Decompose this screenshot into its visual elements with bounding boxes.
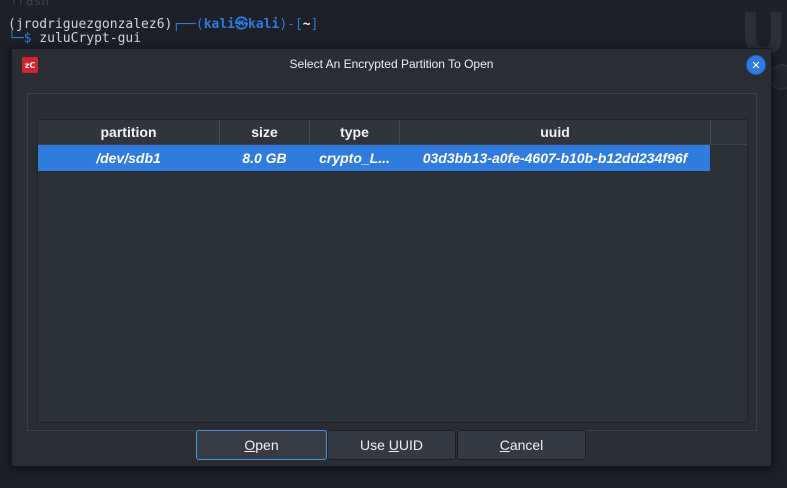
use-uuid-button[interactable]: Use UUID — [327, 430, 456, 460]
desktop-trash-label: Trash — [10, 0, 50, 9]
terminal-command-line: └─$ zuluCrypt-gui — [8, 31, 141, 46]
open-mnemonic: O — [244, 437, 256, 453]
use-uuid-label-rest: UID — [398, 437, 424, 453]
partition-group-box: partition size type uuid /dev/sdb1 8.0 G… — [27, 93, 757, 431]
column-header-size[interactable]: size — [220, 120, 310, 144]
terminal-user: (jrodriguezgonzalez6) — [8, 17, 173, 32]
terminal-branch-close: ] — [310, 17, 319, 32]
terminal-host: kali㉿kali — [203, 17, 280, 32]
terminal-prompt-symbol: └─$ — [8, 31, 32, 46]
cell-type: crypto_L... — [319, 150, 390, 166]
terminal-prompt-line: (jrodriguezgonzalez6)┌──(kali㉿kali)-[~] — [8, 13, 318, 32]
cell-uuid: 03d3bb13-a0fe-4607-b10b-b12dd234f96f — [422, 150, 688, 166]
close-button[interactable]: ✕ — [746, 55, 766, 75]
cancel-button[interactable]: Cancel — [457, 430, 586, 460]
select-partition-dialog: Select An Encrypted Partition To Open zC… — [11, 48, 772, 467]
cancel-label-rest: ancel — [509, 437, 544, 453]
terminal-command: zuluCrypt-gui — [39, 31, 142, 46]
dialog-title: Select An Encrypted Partition To Open — [289, 57, 494, 71]
terminal-branch-open: ┌──( — [172, 17, 204, 32]
use-uuid-mnemonic: U — [388, 437, 399, 453]
table-row[interactable]: /dev/sdb1 8.0 GB crypto_L... 03d3bb13-a0… — [38, 145, 710, 171]
use-uuid-label-prefix: Use — [359, 437, 389, 453]
zulucrypt-app-icon: zC — [22, 57, 38, 73]
cell-size: 8.0 GB — [242, 150, 287, 166]
cell-partition: /dev/sdb1 — [96, 150, 161, 166]
partition-table[interactable]: partition size type uuid /dev/sdb1 8.0 G… — [37, 119, 748, 423]
open-button[interactable]: Open — [196, 430, 327, 460]
column-header-partition[interactable]: partition — [38, 120, 220, 144]
cancel-mnemonic: C — [499, 437, 510, 453]
open-label-rest: pen — [255, 437, 279, 453]
terminal-path: ~ — [302, 17, 311, 32]
dialog-titlebar[interactable]: Select An Encrypted Partition To Open zC… — [12, 49, 771, 79]
terminal-branch-mid: )-[ — [279, 17, 303, 32]
table-header: partition size type uuid — [38, 120, 747, 145]
column-header-type[interactable]: type — [310, 120, 400, 144]
column-header-uuid[interactable]: uuid — [400, 120, 711, 144]
